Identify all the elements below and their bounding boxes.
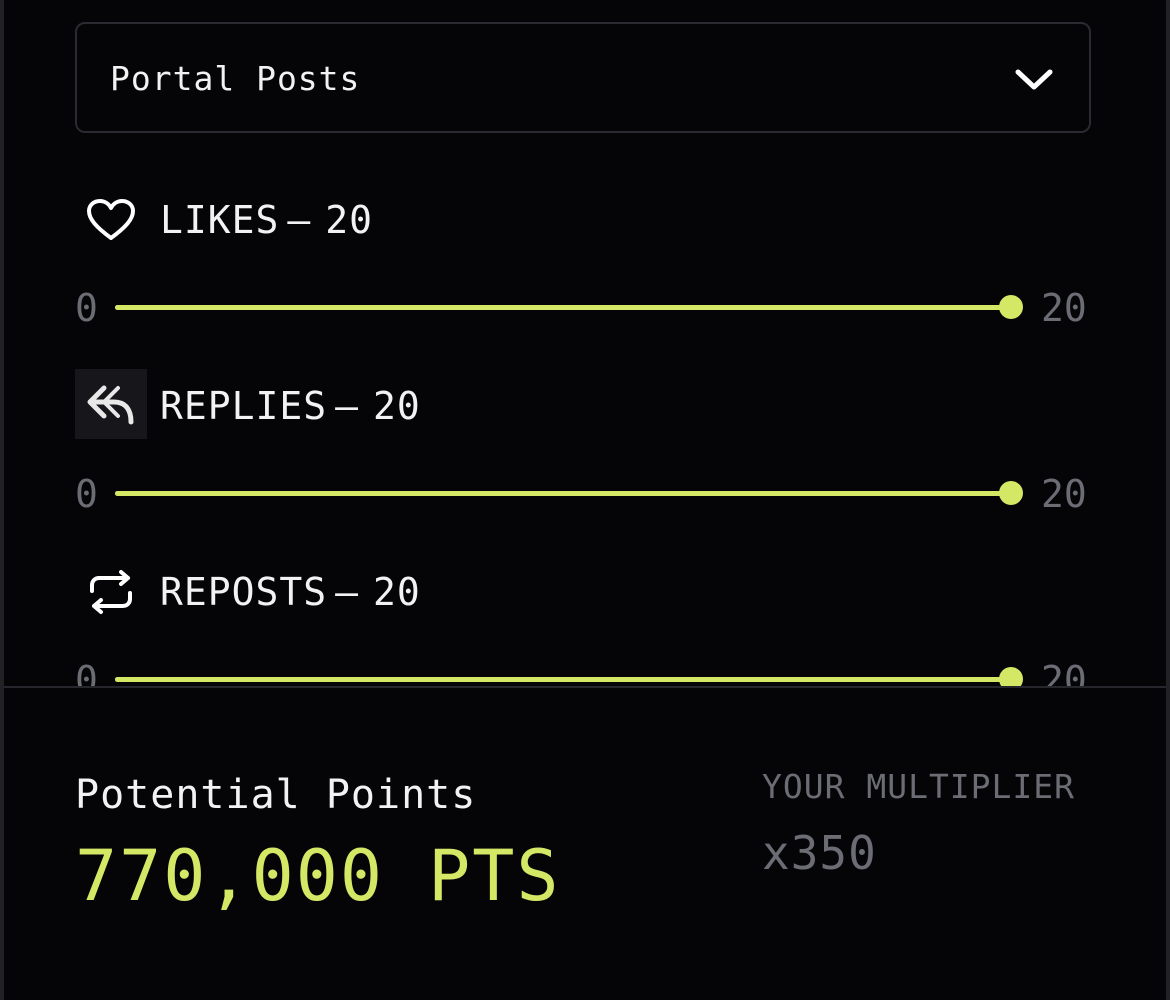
slider-min-label: 0 [75, 658, 98, 686]
dropdown-selected-value: Portal Posts [110, 59, 361, 98]
metric-separator: – [287, 198, 312, 242]
heart-icon [75, 185, 147, 255]
reposts-slider[interactable]: 0 20 [75, 658, 1095, 686]
slider-max-label: 20 [1041, 286, 1087, 330]
points-footer: Potential Points 770,000 PTS YOUR MULTIP… [4, 686, 1166, 1000]
metric-separator: – [335, 570, 360, 614]
metric-label-row: REPOSTS –20 [160, 570, 421, 614]
metric-value: 20 [325, 198, 374, 242]
repost-icon [75, 557, 147, 627]
potential-points-label: Potential Points [75, 772, 477, 818]
potential-points-value: 770,000 PTS [75, 835, 561, 917]
metric-label: REPOSTS [160, 570, 328, 614]
metric-separator: – [335, 384, 360, 428]
metric-reposts: REPOSTS –20 0 20 [4, 522, 1166, 686]
slider-thumb[interactable] [999, 295, 1023, 319]
slider-fill [115, 305, 1011, 310]
slider-max-label: 20 [1041, 472, 1087, 516]
metric-label-row: REPLIES –20 [160, 384, 421, 428]
multiplier-label: YOUR MULTIPLIER [762, 767, 1076, 806]
multiplier-value: x350 [762, 826, 877, 880]
slider-track[interactable] [115, 677, 1011, 682]
metric-likes: LIKES –20 0 20 [4, 150, 1166, 336]
chevron-down-icon [1015, 69, 1053, 90]
slider-fill [115, 677, 1011, 682]
slider-track[interactable] [115, 491, 1011, 496]
slider-min-label: 0 [75, 472, 98, 516]
slider-thumb[interactable] [999, 667, 1023, 686]
slider-max-label: 20 [1041, 658, 1087, 686]
post-type-dropdown[interactable]: Portal Posts [75, 22, 1091, 133]
metric-replies: REPLIES –20 0 20 [4, 336, 1166, 522]
likes-slider[interactable]: 0 20 [75, 286, 1095, 330]
metric-label: LIKES [160, 198, 280, 242]
slider-thumb[interactable] [999, 481, 1023, 505]
slider-min-label: 0 [75, 286, 98, 330]
metric-value: 20 [373, 570, 421, 614]
metric-value: 20 [373, 384, 421, 428]
slider-track[interactable] [115, 305, 1011, 310]
metric-label: REPLIES [160, 384, 328, 428]
reply-icon [75, 369, 147, 439]
metrics-scroll-area[interactable]: LIKES –20 0 20 REPLIES –20 0 20 REPOSTS … [4, 150, 1166, 686]
rewards-panel: Portal Posts LIKES –20 0 20 REPLIES – 20… [4, 0, 1166, 1000]
metric-label-row: LIKES –20 [160, 198, 373, 242]
slider-fill [115, 491, 1011, 496]
replies-slider[interactable]: 0 20 [75, 472, 1095, 516]
